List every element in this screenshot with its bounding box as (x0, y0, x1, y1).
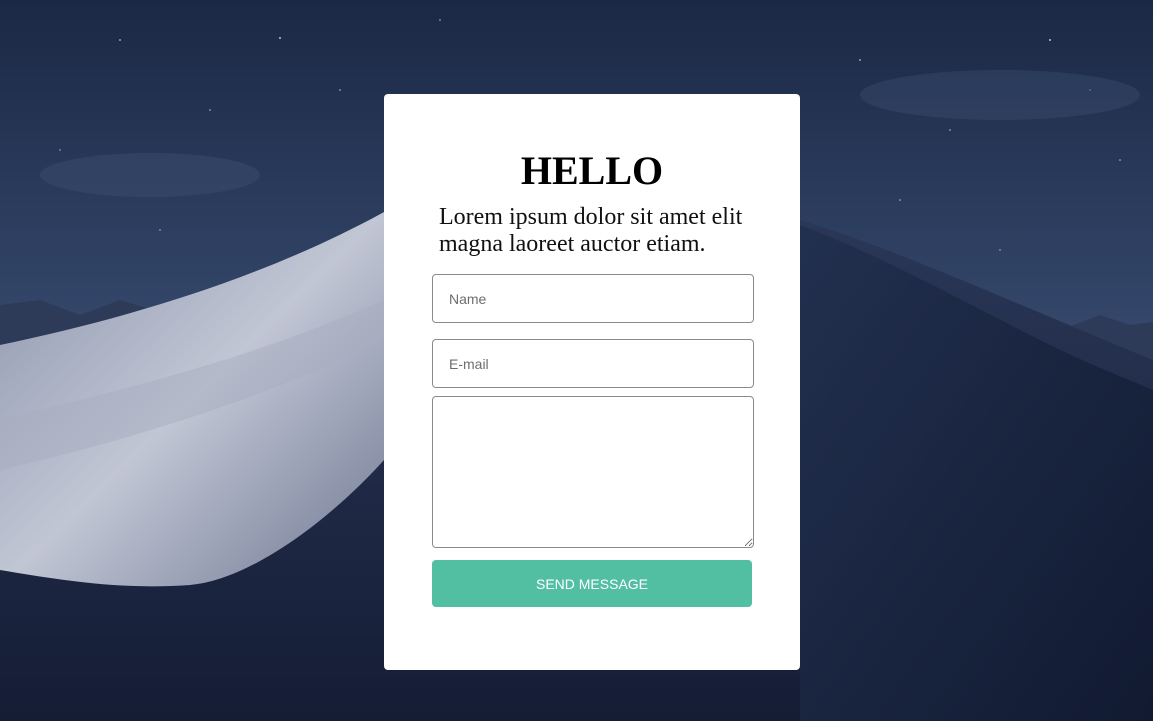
form-subtitle: Lorem ipsum dolor sit amet elit magna la… (439, 204, 743, 257)
page-title: HELLO (520, 148, 664, 193)
email-input[interactable] (432, 339, 754, 388)
message-textarea[interactable] (432, 396, 754, 548)
send-message-button[interactable]: SEND MESSAGE (432, 560, 752, 607)
name-input[interactable] (432, 274, 754, 323)
contact-form-card: HELLO Lorem ipsum dolor sit amet elit ma… (384, 94, 800, 670)
